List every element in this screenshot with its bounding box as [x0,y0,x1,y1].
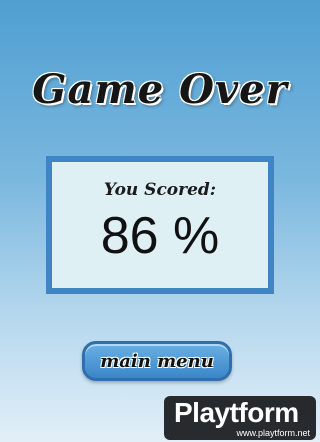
score-label: You Scored: [103,180,217,200]
watermark-url: www.playtform.net [236,428,310,438]
score-value: 86 % [100,207,220,265]
main-menu-label: main menu [100,350,214,372]
game-over-title: Game Over [32,66,288,113]
score-panel: You Scored: 86 % [46,156,274,294]
watermark-logo: Playtform [174,397,299,428]
watermark-badge: Playtform www.playtform.net [164,396,316,440]
main-menu-button[interactable]: main menu [82,341,232,381]
